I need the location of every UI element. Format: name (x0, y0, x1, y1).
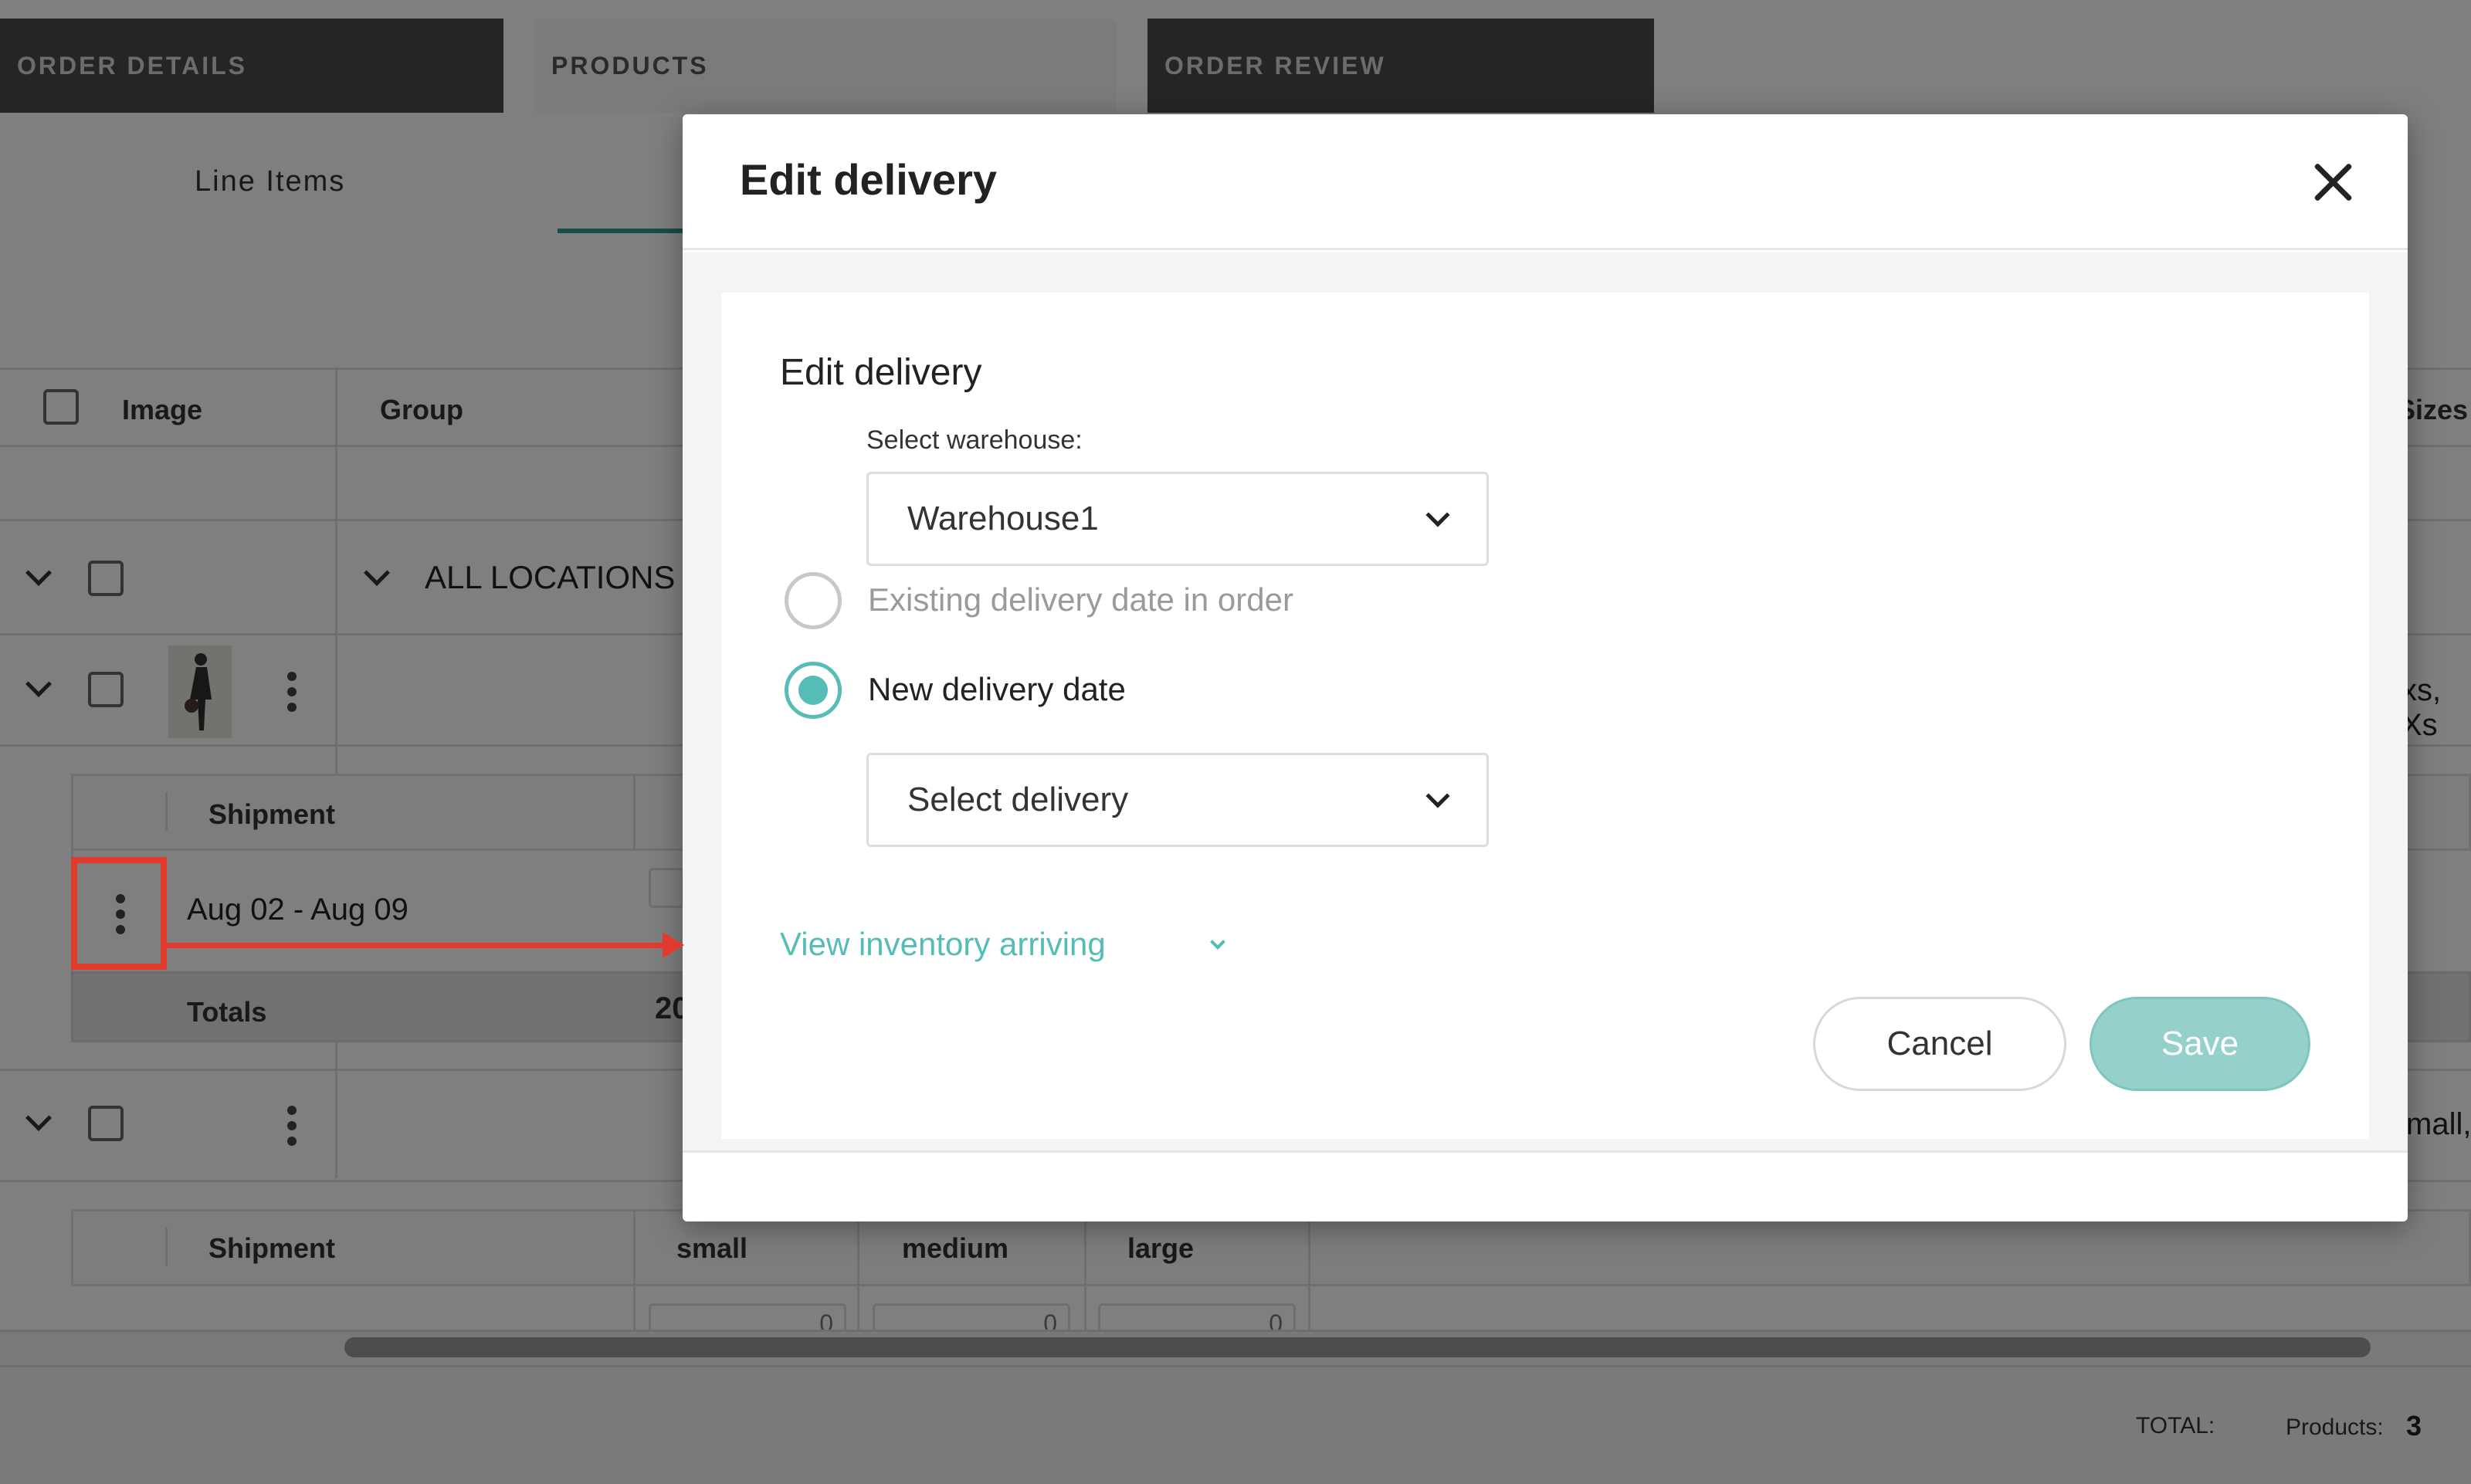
radio-existing-date[interactable] (785, 572, 842, 629)
view-inventory-link-text: View inventory arriving (780, 926, 1106, 962)
annotation-arrow-head-icon (663, 932, 684, 958)
chevron-down-icon (1425, 503, 1450, 527)
edit-delivery-dialog: Edit delivery Edit delivery Select wareh… (683, 114, 2408, 1221)
delivery-select[interactable]: Select delivery (866, 753, 1489, 847)
section-title: Edit delivery (780, 352, 982, 393)
cancel-button[interactable]: Cancel (1813, 997, 2066, 1091)
warehouse-select[interactable]: Warehouse1 (866, 472, 1489, 566)
warehouse-label: Select warehouse: (866, 425, 1083, 455)
view-inventory-link[interactable]: View inventory arriving (780, 926, 1225, 963)
dialog-footer (683, 1150, 2408, 1221)
dialog-card: Edit delivery Select warehouse: Warehous… (721, 293, 2369, 1139)
annotation-highlight-box (71, 857, 167, 970)
close-icon[interactable] (2310, 159, 2357, 205)
warehouse-select-value: Warehouse1 (907, 500, 1099, 537)
annotation-arrow-line (167, 943, 670, 948)
radio-new-date-label: New delivery date (868, 671, 1126, 707)
chevron-down-icon (1425, 784, 1450, 808)
dialog-body: Edit delivery Select warehouse: Warehous… (683, 252, 2408, 1150)
save-button[interactable]: Save (2090, 997, 2310, 1091)
dialog-title: Edit delivery (740, 155, 998, 204)
dialog-header: Edit delivery (683, 114, 2408, 250)
delivery-select-placeholder: Select delivery (907, 781, 1129, 818)
radio-new-date[interactable] (785, 662, 842, 719)
radio-existing-date-label: Existing delivery date in order (868, 581, 1293, 618)
chevron-down-icon (1210, 934, 1225, 950)
